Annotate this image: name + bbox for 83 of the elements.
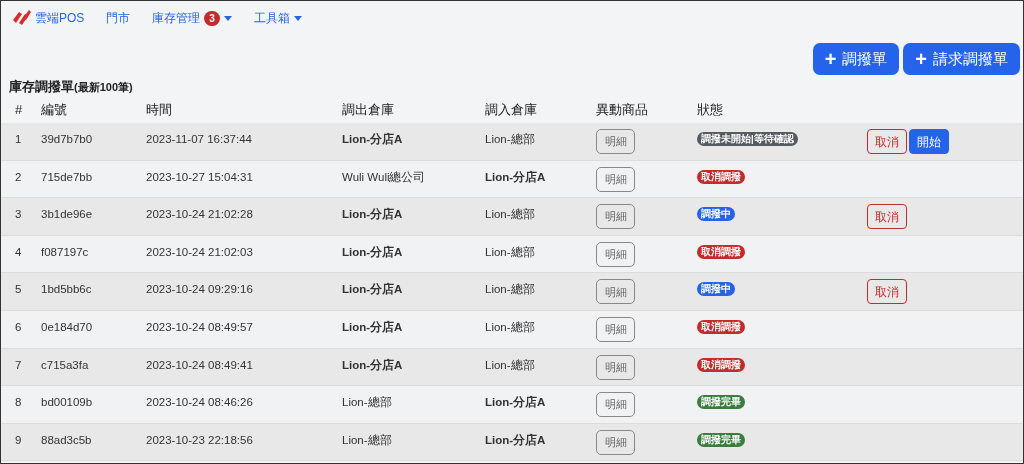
column-header: 編號	[41, 102, 67, 118]
status-badge: 調撥未開始|等待確認	[697, 132, 798, 146]
table-cell: Lion-分店A	[485, 433, 546, 446]
status-badge: 調撥完畢	[697, 395, 745, 410]
count-badge: 3	[204, 10, 220, 26]
table-cell: 2023-11-07 16:37:44	[146, 133, 252, 145]
table-cell: 88ad3c5b	[41, 433, 92, 446]
status-badge: 調撥完畢	[697, 432, 745, 447]
add-button[interactable]: + 調撥單	[812, 43, 900, 75]
table-cell: 2023-10-27 15:04:31	[146, 170, 253, 183]
table-cell: 7	[15, 358, 22, 371]
table-cell: 3b1de96e	[41, 208, 93, 221]
page-title: 庫存調撥單(最新100筆)	[9, 79, 133, 94]
cancel-button[interactable]: 取消	[867, 129, 907, 154]
table-cell: 2	[15, 170, 22, 183]
table-cell: 39d7b7b0	[41, 133, 93, 145]
table-cell: Lion-總部	[485, 133, 535, 145]
table-cell: 715de7bb	[41, 170, 93, 183]
table-cell: Lion-分店A	[342, 283, 403, 296]
status-badge: 調撥中	[697, 282, 735, 297]
table-cell: 4	[15, 245, 22, 258]
detail-button[interactable]: 明細	[596, 429, 635, 455]
status-badge: 取消調撥	[697, 244, 745, 259]
table-cell: Lion-總部	[485, 283, 535, 296]
table-cell: 5	[15, 283, 22, 296]
brand-link[interactable]: 雲端POS	[35, 9, 85, 27]
column-header: 異動商品	[596, 102, 648, 118]
table-cell: 6	[15, 320, 22, 333]
table-cell: 2023-10-23 22:18:56	[146, 433, 253, 446]
nav-link[interactable]: 工具箱	[253, 9, 290, 27]
table-cell: 2023-10-24 08:46:26	[146, 396, 253, 409]
table-cell: 2023-10-24 21:02:03	[146, 245, 253, 258]
logo-icon	[13, 10, 31, 26]
table-cell: Lion-總部	[485, 245, 535, 258]
start-button[interactable]: 開始	[909, 129, 949, 154]
table-cell: 0e184d70	[41, 320, 93, 333]
column-header: 時間	[146, 102, 172, 118]
detail-button[interactable]: 明細	[596, 279, 635, 305]
table-cell: c715a3fa	[41, 358, 89, 371]
table-cell: Wuli Wuli總公司	[342, 170, 426, 183]
column-header: 狀態	[697, 102, 723, 118]
table-cell: Lion-分店A	[485, 396, 546, 409]
detail-button[interactable]: 明細	[596, 241, 635, 267]
table-cell: 9	[15, 433, 22, 446]
status-badge: 取消調撥	[697, 357, 745, 372]
table-cell: 1	[15, 133, 22, 145]
table-cell: Lion-總部	[485, 320, 535, 333]
table-cell: Lion-分店A	[342, 208, 403, 221]
detail-button[interactable]: 明細	[596, 392, 635, 418]
status-badge: 取消調撥	[697, 319, 745, 334]
table-cell: 2023-10-24 08:49:41	[146, 358, 253, 371]
table-cell: 8	[15, 396, 22, 409]
nav-link[interactable]: 庫存管理	[152, 9, 201, 27]
table-cell: 2023-10-24 08:49:57	[146, 320, 253, 333]
table-cell: Lion-分店A	[342, 245, 403, 258]
detail-button[interactable]: 明細	[596, 129, 635, 154]
table-cell: Lion-總部	[485, 358, 535, 371]
table-cell: Lion-總部	[485, 208, 535, 221]
table-cell: Lion-分店A	[342, 133, 403, 145]
cancel-button[interactable]: 取消	[867, 204, 907, 230]
table-cell: f087197c	[41, 245, 89, 258]
table-cell: 2023-10-24 09:29:16	[146, 283, 253, 296]
table-cell: 2023-10-24 21:02:28	[146, 208, 253, 221]
add-button[interactable]: + 請求調撥單	[903, 43, 1020, 75]
column-header: #	[15, 102, 23, 118]
table-cell: Lion-總部	[342, 396, 392, 409]
column-header: 調入倉庫	[485, 102, 537, 118]
detail-button[interactable]: 明細	[596, 354, 635, 380]
table-cell: bd00109b	[41, 396, 93, 409]
detail-button[interactable]: 明細	[596, 166, 635, 192]
table-cell: 3	[15, 208, 22, 221]
detail-button[interactable]: 明細	[596, 204, 635, 230]
table-cell: Lion-分店A	[342, 320, 403, 333]
nav-link[interactable]: 門市	[106, 9, 131, 27]
detail-button[interactable]: 明細	[596, 316, 635, 342]
column-header: 調出倉庫	[342, 102, 394, 118]
status-badge: 調撥中	[697, 207, 735, 222]
table-cell: Lion-分店A	[485, 170, 546, 183]
cancel-button[interactable]: 取消	[867, 279, 907, 305]
table-cell: Lion-分店A	[342, 358, 403, 371]
status-badge: 取消調撥	[697, 169, 745, 184]
table-cell: 1bd5bb6c	[41, 283, 92, 296]
table-cell: Lion-總部	[342, 433, 392, 446]
